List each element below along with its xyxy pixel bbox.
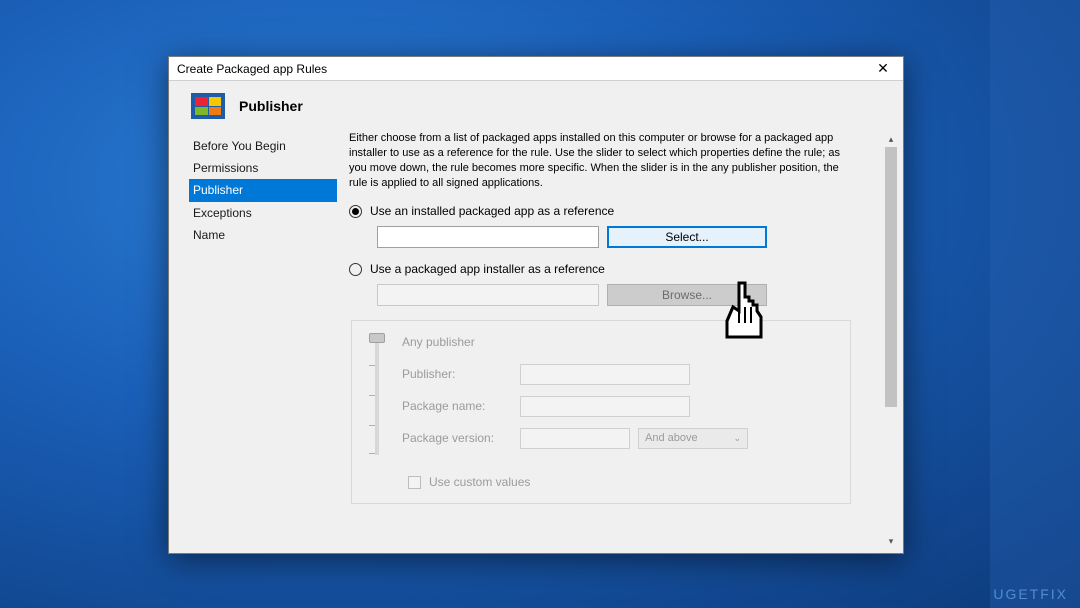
- select-button[interactable]: Select...: [607, 226, 767, 248]
- package-name-input: [520, 396, 690, 417]
- scroll-down-icon[interactable]: ▾: [883, 533, 899, 549]
- sidebar-item-permissions[interactable]: Permissions: [189, 157, 337, 179]
- content-scrollbar[interactable]: ▴ ▾: [883, 131, 899, 549]
- radio-installed-label: Use an installed packaged app as a refer…: [370, 204, 614, 218]
- sidebar-item-before-you-begin[interactable]: Before You Begin: [189, 135, 337, 157]
- slider-thumb-icon: [369, 333, 385, 343]
- radio-installer-label: Use a packaged app installer as a refere…: [370, 262, 605, 276]
- description-text: Either choose from a list of packaged ap…: [349, 131, 859, 190]
- dialog-window: Create Packaged app Rules ✕ Publisher Be…: [168, 56, 904, 554]
- field-label-publisher: Publisher:: [402, 367, 520, 381]
- page-title: Publisher: [239, 98, 303, 114]
- version-comparison-combo: And above ⌄: [638, 428, 748, 449]
- wizard-sidebar: Before You Begin Permissions Publisher E…: [169, 127, 337, 553]
- desktop-stripe: [990, 0, 1080, 608]
- wizard-header: Publisher: [169, 81, 903, 127]
- installer-reference-input: [377, 284, 599, 306]
- publisher-icon: [191, 93, 225, 119]
- close-button[interactable]: ✕: [863, 57, 903, 80]
- radio-icon: [349, 205, 362, 218]
- publisher-input: [520, 364, 690, 385]
- scroll-thumb[interactable]: [885, 147, 897, 407]
- watermark: UGETFIX: [993, 586, 1068, 602]
- radio-installer[interactable]: Use a packaged app installer as a refere…: [349, 262, 873, 276]
- installed-app-reference-input[interactable]: [377, 226, 599, 248]
- wizard-content: Either choose from a list of packaged ap…: [337, 127, 903, 553]
- rule-properties-group: Any publisher Publisher: Package name: P…: [351, 320, 851, 504]
- browse-button: Browse...: [607, 284, 767, 306]
- use-custom-label: Use custom values: [429, 475, 530, 489]
- sidebar-item-exceptions[interactable]: Exceptions: [189, 202, 337, 224]
- field-label-package-version: Package version:: [402, 431, 520, 445]
- slider-label-any-publisher: Any publisher: [402, 335, 520, 349]
- window-title: Create Packaged app Rules: [177, 62, 327, 76]
- rule-slider[interactable]: [362, 331, 392, 461]
- sidebar-item-publisher[interactable]: Publisher: [189, 179, 337, 201]
- checkbox-icon: [408, 476, 421, 489]
- scroll-up-icon[interactable]: ▴: [883, 131, 899, 147]
- chevron-down-icon: ⌄: [733, 433, 741, 444]
- combo-value: And above: [645, 432, 698, 444]
- titlebar[interactable]: Create Packaged app Rules ✕: [169, 57, 903, 81]
- sidebar-item-name[interactable]: Name: [189, 224, 337, 246]
- use-custom-values-checkbox: Use custom values: [408, 475, 836, 489]
- field-label-package-name: Package name:: [402, 399, 520, 413]
- radio-installed-app[interactable]: Use an installed packaged app as a refer…: [349, 204, 873, 218]
- scroll-track[interactable]: [883, 147, 899, 533]
- radio-icon: [349, 263, 362, 276]
- close-icon: ✕: [877, 60, 889, 77]
- package-version-input: [520, 428, 630, 449]
